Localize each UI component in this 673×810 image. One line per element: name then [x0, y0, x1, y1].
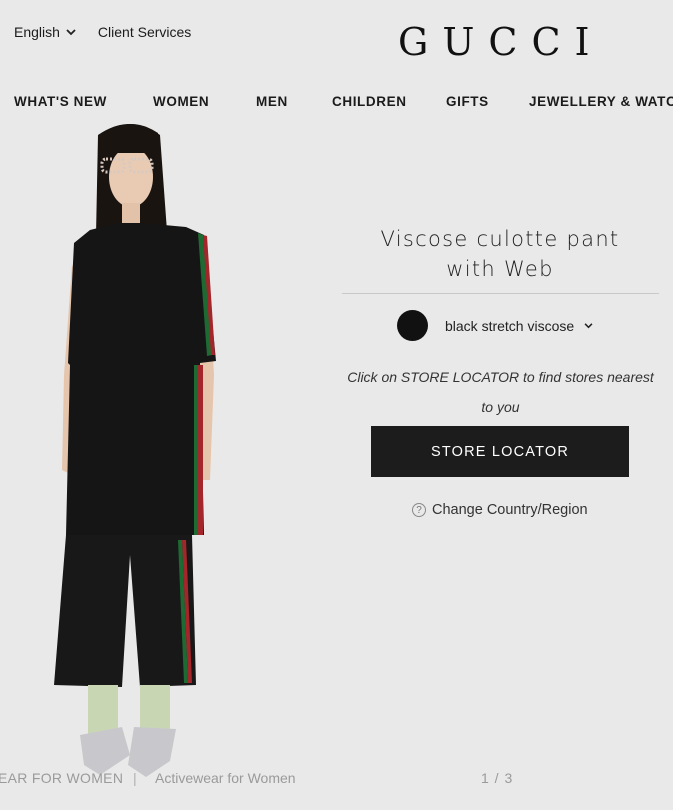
- title-divider: [342, 293, 659, 294]
- client-services-link[interactable]: Client Services: [98, 24, 191, 40]
- color-name: black stretch viscose: [445, 317, 575, 334]
- language-label: English: [14, 24, 60, 40]
- chevron-down-icon: [66, 28, 76, 35]
- product-image: [54, 124, 216, 777]
- breadcrumb-category[interactable]: EAR FOR WOMEN: [0, 770, 123, 786]
- breadcrumb-subcategory[interactable]: Activewear for Women: [155, 770, 296, 786]
- product-title: Viscose culotte pant with Web: [342, 224, 658, 284]
- nav-item-gifts[interactable]: GIFTS: [446, 94, 489, 109]
- color-selector[interactable]: black stretch viscose: [397, 310, 593, 341]
- chevron-down-icon: [584, 322, 593, 328]
- nav-item-men[interactable]: MEN: [256, 94, 288, 109]
- nav-item-jewellery-watches[interactable]: JEWELLERY & WATCHES: [529, 94, 673, 109]
- brand-logo[interactable]: GUCCI: [398, 20, 604, 64]
- question-icon: ?: [412, 503, 426, 517]
- color-swatch: [397, 310, 428, 341]
- language-selector[interactable]: English: [14, 24, 76, 40]
- nav-item-women[interactable]: WOMEN: [153, 94, 209, 109]
- breadcrumb-separator: |: [133, 770, 137, 786]
- top-utility-bar: English Client Services: [14, 24, 191, 40]
- product-title-line-1: Viscose culotte pant: [380, 227, 620, 251]
- nav-item-children[interactable]: CHILDREN: [332, 94, 407, 109]
- change-country-region-link[interactable]: ? Change Country/Region: [412, 502, 588, 518]
- main-navigation: WHAT'S NEW WOMEN MEN CHILDREN GIFTS JEWE…: [0, 94, 673, 114]
- nav-item-whats-new[interactable]: WHAT'S NEW: [14, 94, 107, 109]
- store-locator-button[interactable]: STORE LOCATOR: [371, 426, 629, 477]
- product-title-line-2: with Web: [446, 257, 554, 281]
- change-country-region-label: Change Country/Region: [432, 502, 588, 518]
- store-locator-hint: Click on STORE LOCATOR to find stores ne…: [347, 369, 654, 415]
- image-pager: 1 / 3: [481, 770, 514, 786]
